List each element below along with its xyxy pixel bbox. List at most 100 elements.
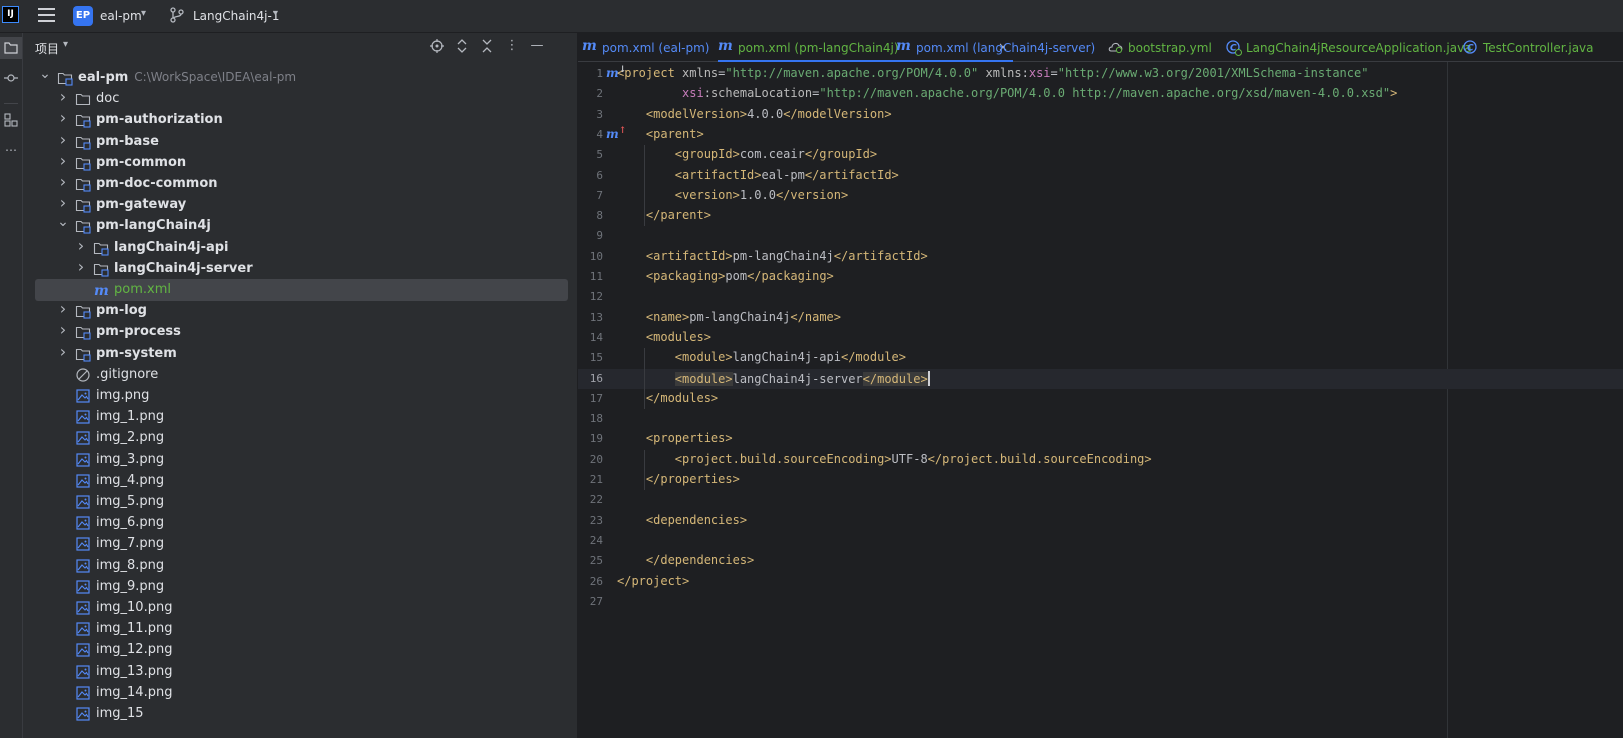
main-menu-icon[interactable] (38, 8, 55, 24)
chevron-right-icon[interactable]: › (75, 237, 87, 253)
tree-item[interactable]: › pm-doc-common (35, 173, 568, 195)
line-number[interactable]: 24 (578, 534, 603, 547)
tree-item[interactable]: img_10.png (35, 597, 568, 619)
locate-file-icon[interactable] (428, 37, 446, 55)
code-line[interactable]: <groupId>com.ceair</groupId> (617, 147, 877, 161)
line-number[interactable]: 27 (578, 595, 603, 608)
line-number[interactable]: 5 (578, 148, 603, 161)
tree-item[interactable]: img_5.png (35, 491, 568, 513)
code-line[interactable]: <dependencies> (617, 513, 747, 527)
tree-item[interactable]: › pm-common (35, 152, 568, 174)
code-line[interactable]: <parent> (617, 127, 704, 141)
line-number[interactable]: 18 (578, 412, 603, 425)
tree-item[interactable]: img_15 (35, 703, 568, 725)
code-line[interactable]: </project> (617, 574, 689, 588)
tree-item[interactable]: › pm-process (35, 321, 568, 343)
line-number[interactable]: 9 (578, 229, 603, 242)
editor-tab[interactable]: m pom.xml (eal-pm) (582, 33, 724, 62)
tree-item[interactable]: m pom.xml (35, 279, 568, 301)
tree-item[interactable]: › pm-log (35, 300, 568, 322)
tree-item[interactable]: › pm-base (35, 131, 568, 153)
tree-item[interactable]: img_8.png (35, 555, 568, 577)
code-line[interactable]: <modelVersion>4.0.0</modelVersion> (617, 107, 892, 121)
code-line[interactable]: </parent> (617, 208, 711, 222)
line-number[interactable]: 20 (578, 453, 603, 466)
line-number[interactable]: 4 (578, 128, 603, 141)
chevron-down-icon[interactable]: ⌄ (57, 215, 69, 229)
chevron-right-icon[interactable]: › (75, 258, 87, 274)
chevron-right-icon[interactable]: › (57, 195, 69, 211)
line-number[interactable]: 3 (578, 108, 603, 121)
branch-selector[interactable]: LangChain4j-1 (193, 9, 279, 23)
chevron-right-icon[interactable]: › (57, 343, 69, 359)
tree-item[interactable]: ⌄ pm-langChain4j (35, 215, 568, 237)
tree-item[interactable]: › langChain4j-api (35, 237, 568, 259)
line-number[interactable]: 19 (578, 432, 603, 445)
editor-tab[interactable]: C TestController.java (1463, 33, 1623, 62)
tree-item[interactable]: img_13.png (35, 661, 568, 683)
line-number[interactable]: 15 (578, 351, 603, 364)
code-line[interactable]: </modules> (617, 391, 718, 405)
chevron-right-icon[interactable]: › (57, 152, 69, 168)
maven-parent-icon[interactable]: m↑ (606, 126, 626, 141)
code-line[interactable]: <project.build.sourceEncoding>UTF-8</pro… (617, 452, 1152, 466)
tree-item[interactable]: img_12.png (35, 639, 568, 661)
collapse-all-icon[interactable] (478, 37, 496, 55)
tree-item[interactable]: img.png (35, 385, 568, 407)
chevron-right-icon[interactable]: › (57, 89, 69, 105)
git-branch-icon[interactable] (170, 7, 184, 23)
chevron-right-icon[interactable]: › (57, 322, 69, 338)
intellij-logo-icon[interactable]: IJ (2, 6, 19, 23)
tree-item[interactable]: › doc (35, 88, 568, 110)
line-number[interactable]: 25 (578, 554, 603, 567)
code-line[interactable]: <properties> (617, 431, 733, 445)
tree-item[interactable]: .gitignore (35, 364, 568, 386)
line-number[interactable]: 6 (578, 169, 603, 182)
line-number[interactable]: 17 (578, 392, 603, 405)
code-line[interactable]: <version>1.0.0</version> (617, 188, 848, 202)
tree-item[interactable]: img_2.png (35, 427, 568, 449)
code-editor[interactable]: 1 <project xmlns = "http://maven.apache.org… (578, 62, 1623, 738)
tree-item[interactable]: img_11.png (35, 618, 568, 640)
code-line[interactable]: xsi:schemaLocation="http://maven.apache.… (617, 86, 1397, 100)
project-selector[interactable]: eal-pm (100, 9, 142, 23)
tree-item[interactable]: img_7.png (35, 533, 568, 555)
code-line[interactable]: <module>langChain4j-api</module> (617, 350, 906, 364)
line-number[interactable]: 16 (578, 372, 603, 385)
chevron-down-icon[interactable]: ▾ (273, 8, 278, 19)
project-folder-icon[interactable] (0, 37, 22, 59)
commit-icon[interactable] (0, 67, 22, 89)
line-number[interactable]: 12 (578, 290, 603, 303)
tree-item[interactable]: img_14.png (35, 682, 568, 704)
chevron-right-icon[interactable]: › (57, 174, 69, 190)
chevron-down-icon[interactable]: ⌄ (39, 67, 51, 81)
panel-title[interactable]: 项目 (35, 40, 59, 57)
line-number[interactable]: 8 (578, 209, 603, 222)
maven-implemented-icon[interactable]: m↓ (606, 65, 626, 80)
code-line[interactable]: <artifactId>pm-langChain4j</artifactId> (617, 249, 928, 263)
line-number[interactable]: 26 (578, 575, 603, 588)
editor-tab[interactable]: bootstrap.yml (1108, 33, 1228, 62)
options-icon[interactable]: ⋮ (503, 37, 521, 55)
tree-item[interactable]: › pm-system (35, 343, 568, 365)
line-number[interactable]: 10 (578, 250, 603, 263)
tree-item[interactable]: img_3.png (35, 449, 568, 471)
tree-item[interactable]: › pm-authorization (35, 109, 568, 131)
line-number[interactable]: 7 (578, 189, 603, 202)
code-line[interactable]: <project xmlns = "http://maven.apache.org/… (617, 66, 1368, 80)
line-number[interactable]: 21 (578, 473, 603, 486)
chevron-right-icon[interactable]: › (57, 301, 69, 317)
code-line[interactable]: <artifactId>eal-pm</artifactId> (617, 168, 899, 182)
chevron-down-icon[interactable]: ▾ (141, 8, 146, 19)
code-line[interactable]: <packaging>pom</packaging> (617, 269, 834, 283)
line-number[interactable]: 22 (578, 493, 603, 506)
editor-tab[interactable]: m pom.xml (langChain4j-server) (896, 33, 1127, 62)
tree-item[interactable]: img_4.png (35, 470, 568, 492)
line-number[interactable]: 23 (578, 514, 603, 527)
code-line[interactable]: </dependencies> (617, 553, 754, 567)
code-line[interactable]: <modules> (617, 330, 711, 344)
chevron-right-icon[interactable]: › (57, 131, 69, 147)
tree-item[interactable]: img_6.png (35, 512, 568, 534)
chevron-right-icon[interactable]: › (57, 110, 69, 126)
more-tools-icon[interactable]: ⋯ (0, 139, 22, 161)
